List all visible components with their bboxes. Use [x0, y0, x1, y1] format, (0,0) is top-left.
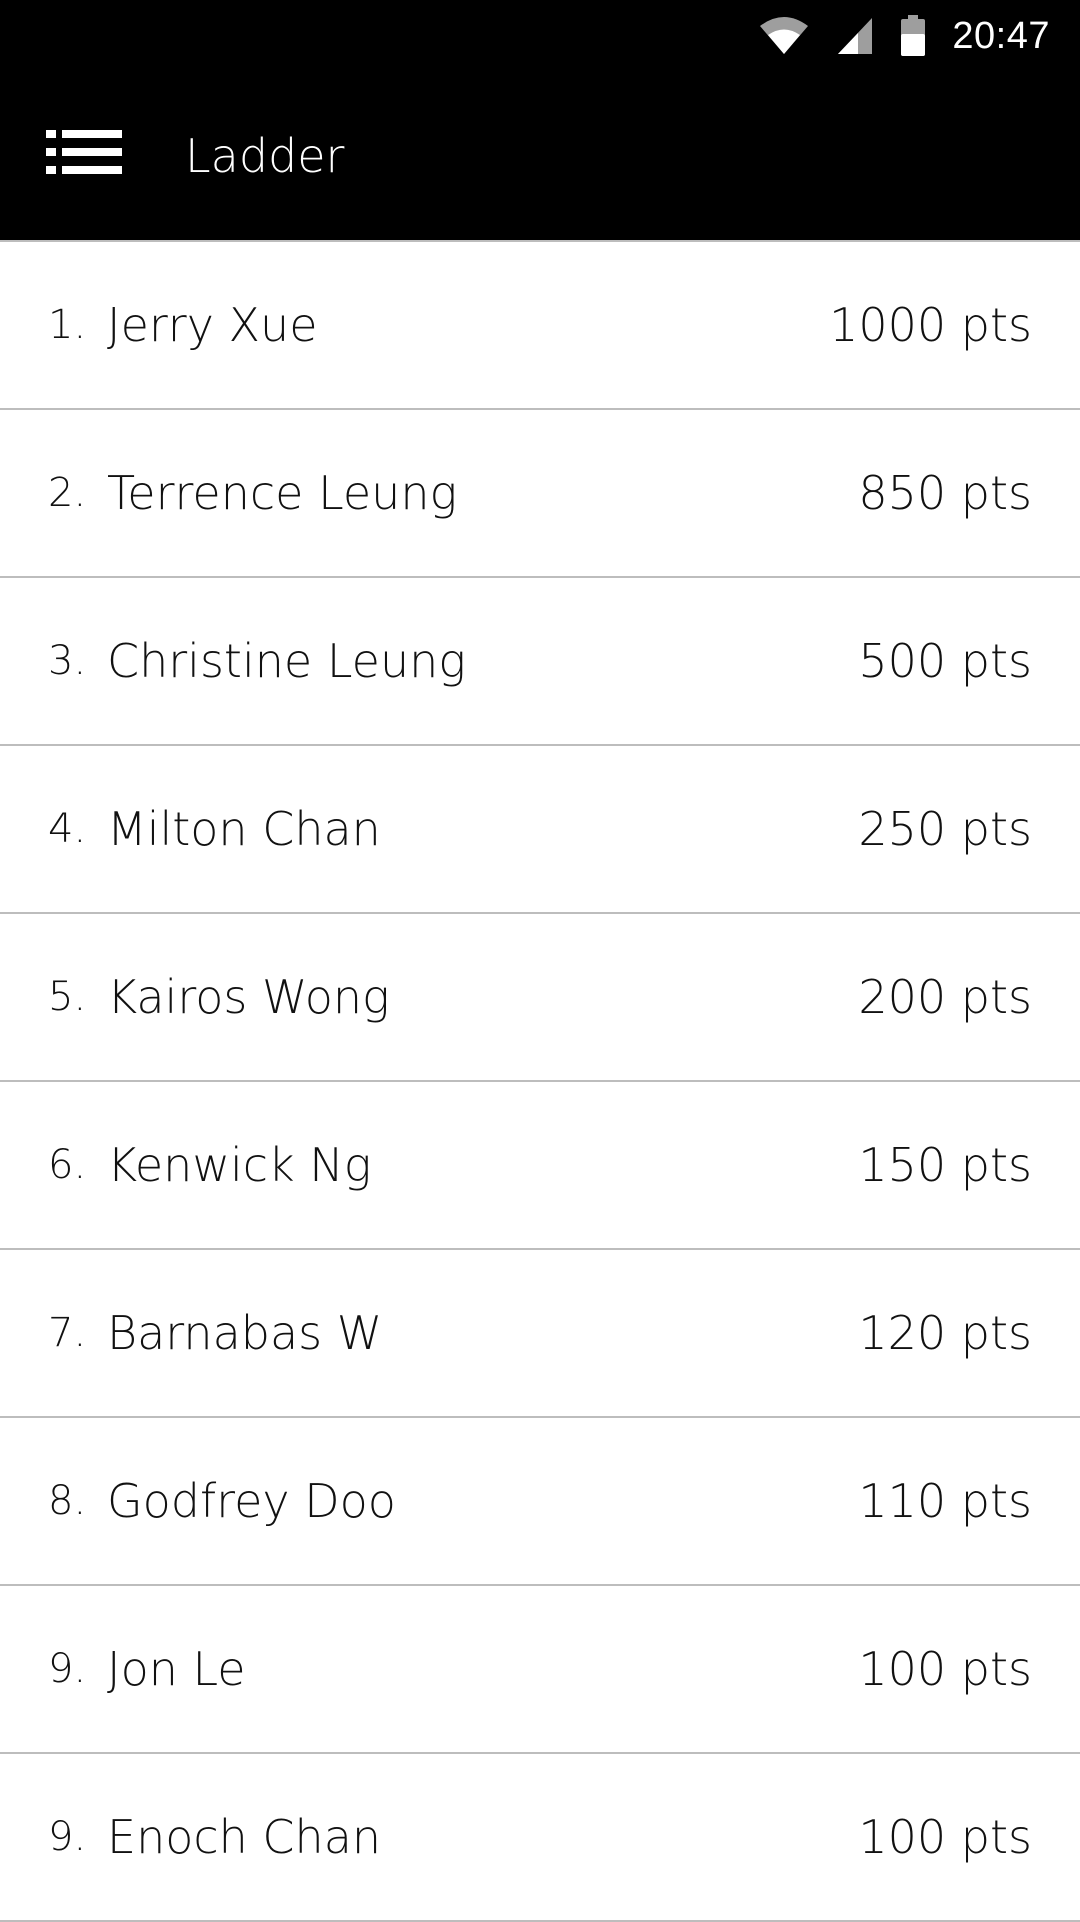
cell-signal-icon: [836, 16, 874, 56]
row-rank: 9.: [48, 1814, 87, 1860]
ladder-row[interactable]: 5. Kairos Wong 200 pts: [0, 914, 1080, 1082]
ladder-row[interactable]: 1. Jerry Xue 1000 pts: [0, 242, 1080, 410]
ladder-row[interactable]: 9. Jon Le 100 pts: [0, 1586, 1080, 1754]
row-rank: 5.: [48, 974, 87, 1020]
page-title: Ladder: [185, 129, 345, 183]
row-name: Terrence Leung: [107, 466, 458, 520]
row-name: Milton Chan: [107, 802, 381, 856]
ladder-row[interactable]: 7. Barnabas W 120 pts: [0, 1250, 1080, 1418]
ladder-row[interactable]: 3. Christine Leung 500 pts: [0, 578, 1080, 746]
ladder-row[interactable]: 9. Enoch Chan 100 pts: [0, 1754, 1080, 1922]
row-rank: 1.: [48, 302, 87, 348]
row-points: 100 pts: [858, 1810, 1032, 1864]
ladder-list: 1. Jerry Xue 1000 pts 2. Terrence Leung …: [0, 240, 1080, 1922]
row-name: Enoch Chan: [107, 1810, 382, 1864]
ladder-row[interactable]: 6. Kenwick Ng 150 pts: [0, 1082, 1080, 1250]
menu-button[interactable]: [36, 122, 132, 186]
row-name: Kenwick Ng: [107, 1138, 372, 1192]
row-rank: 7.: [48, 1310, 87, 1356]
row-points: 100 pts: [858, 1642, 1032, 1696]
ladder-row[interactable]: 8. Godfrey Doo 110 pts: [0, 1418, 1080, 1586]
row-name: Jon Le: [107, 1642, 246, 1696]
row-name: Jerry Xue: [107, 298, 318, 352]
list-menu-icon: [46, 130, 122, 178]
row-points: 110 pts: [858, 1474, 1032, 1528]
row-points: 200 pts: [858, 970, 1032, 1024]
row-rank: 3.: [48, 638, 87, 684]
row-points: 250 pts: [858, 802, 1032, 856]
status-icons: 20:47: [758, 0, 1050, 72]
row-rank: 8.: [48, 1478, 87, 1524]
app-bar: Ladder: [0, 72, 1080, 240]
row-rank: 4.: [48, 806, 87, 852]
row-name: Christine Leung: [107, 634, 466, 688]
row-rank: 6.: [48, 1142, 87, 1188]
row-name: Barnabas W: [107, 1306, 383, 1360]
row-points: 1000 pts: [829, 298, 1032, 352]
row-rank: 2.: [48, 470, 87, 516]
row-points: 850 pts: [858, 466, 1032, 520]
ladder-row[interactable]: 2. Terrence Leung 850 pts: [0, 410, 1080, 578]
row-name: Kairos Wong: [107, 970, 390, 1024]
row-points: 500 pts: [858, 634, 1032, 688]
status-bar: 20:47: [0, 0, 1080, 72]
wifi-icon: [758, 16, 810, 56]
ladder-row[interactable]: 4. Milton Chan 250 pts: [0, 746, 1080, 914]
row-rank: 9.: [48, 1646, 87, 1692]
row-name: Godfrey Doo: [107, 1474, 396, 1528]
row-points: 150 pts: [858, 1138, 1032, 1192]
row-points: 120 pts: [858, 1306, 1032, 1360]
status-time: 20:47: [952, 14, 1050, 57]
battery-icon: [900, 15, 926, 57]
